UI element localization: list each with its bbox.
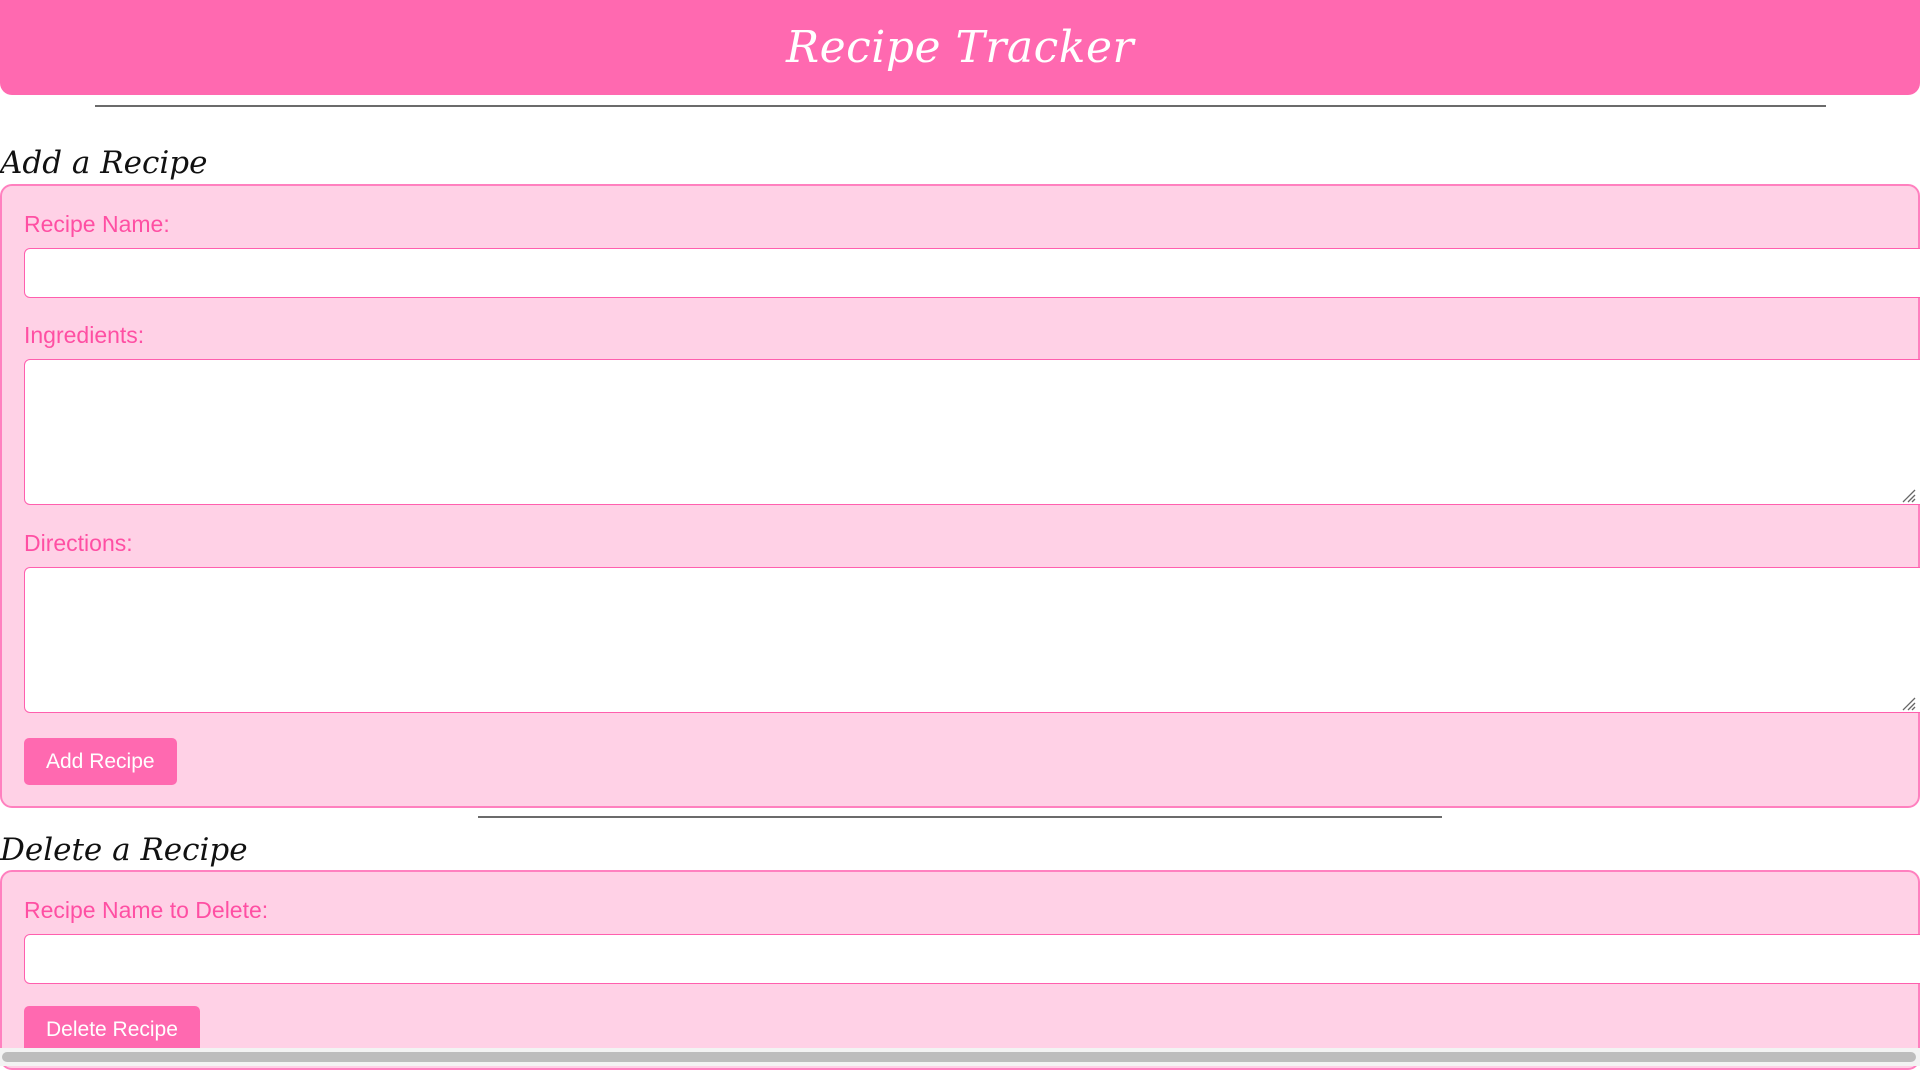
directions-label: Directions: <box>24 530 133 556</box>
recipe-name-to-delete-input[interactable] <box>24 934 1920 984</box>
directions-textarea[interactable] <box>24 567 1920 713</box>
add-recipe-form: Recipe Name: Ingredients: Directions: Ad… <box>0 184 1920 808</box>
recipe-name-to-delete-label: Recipe Name to Delete: <box>24 897 269 923</box>
ingredients-label: Ingredients: <box>24 322 145 348</box>
recipe-name-label: Recipe Name: <box>24 211 170 237</box>
app-header: Recipe Tracker <box>0 0 1920 95</box>
scrollbar-thumb[interactable] <box>2 1052 1916 1062</box>
delete-recipe-form: Recipe Name to Delete: Delete Recipe <box>0 870 1920 1070</box>
top-divider <box>95 105 1826 107</box>
recipe-name-input[interactable] <box>24 248 1920 298</box>
add-recipe-heading: Add a Recipe <box>0 145 208 181</box>
app-title: Recipe Tracker <box>785 22 1135 73</box>
delete-recipe-heading: Delete a Recipe <box>0 832 248 868</box>
add-recipe-button[interactable]: Add Recipe <box>24 738 177 785</box>
resize-grip-icon[interactable] <box>1900 487 1916 503</box>
middle-divider <box>478 816 1442 818</box>
horizontal-scrollbar[interactable] <box>0 1048 1920 1066</box>
delete-recipe-button[interactable]: Delete Recipe <box>24 1006 200 1053</box>
ingredients-textarea[interactable] <box>24 359 1920 505</box>
resize-grip-icon[interactable] <box>1900 695 1916 711</box>
